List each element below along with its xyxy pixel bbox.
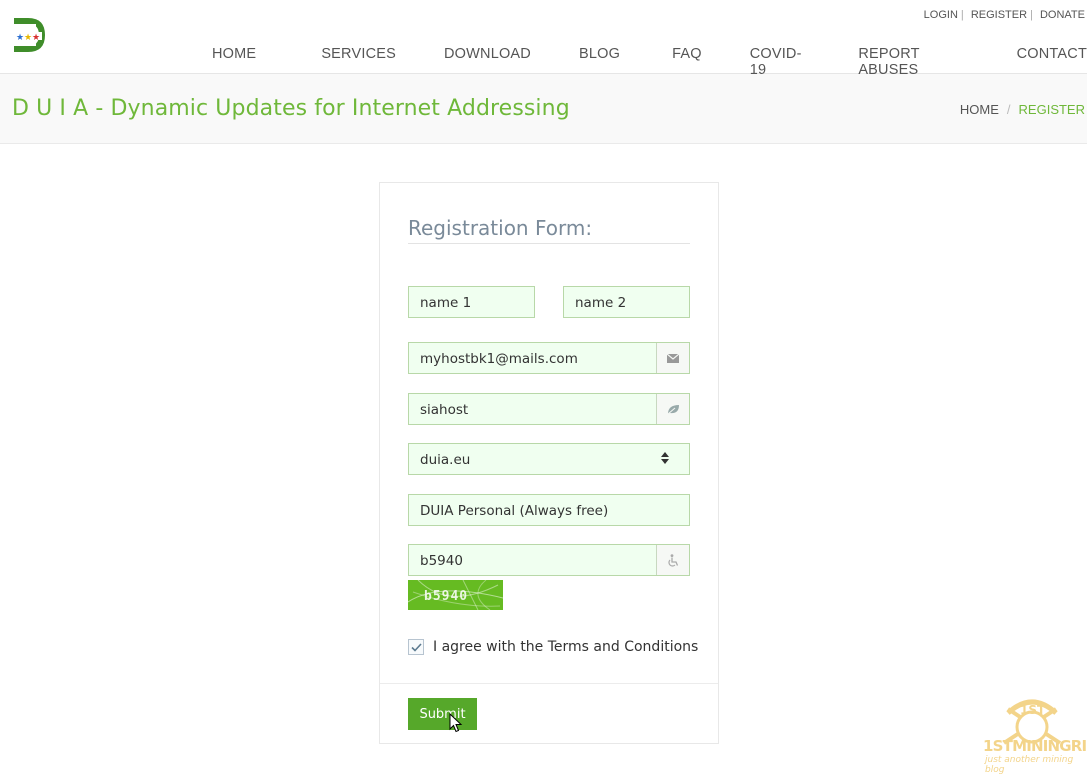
duia-logo-icon: ★ ★ ★ xyxy=(14,18,45,52)
top-links: LOGIN | REGISTER | DONATE xyxy=(924,9,1085,21)
page-title: D U I A - Dynamic Updates for Internet A… xyxy=(12,96,570,121)
form-footer-divider xyxy=(380,683,718,684)
breadcrumb: HOME / REGISTER xyxy=(960,102,1085,117)
top-link-separator: | xyxy=(1030,9,1033,21)
domain-select[interactable]: duia.eu xyxy=(408,443,690,475)
registration-form: Registration Form: name 1 name 2 myhostb… xyxy=(379,182,719,744)
first-name-field[interactable]: name 1 xyxy=(408,286,535,318)
captcha-text: b5940 xyxy=(424,589,469,604)
submit-button[interactable]: Submit xyxy=(408,698,477,730)
agree-label: I agree with the Terms and Conditions xyxy=(433,639,699,655)
breadcrumb-current: REGISTER xyxy=(1018,102,1085,117)
register-link[interactable]: REGISTER xyxy=(971,9,1027,21)
check-icon xyxy=(410,642,422,652)
form-title: Registration Form: xyxy=(408,216,593,240)
hostname-value: siahost xyxy=(420,402,469,418)
svg-text:★: ★ xyxy=(16,33,24,43)
agree-checkbox[interactable] xyxy=(408,639,424,655)
site-logo[interactable]: ★ ★ ★ xyxy=(14,18,46,52)
email-field[interactable]: myhostbk1@mails.com xyxy=(408,342,690,374)
last-name-field[interactable]: name 2 xyxy=(563,286,690,318)
watermark-title: 1STMININGRIG xyxy=(983,737,1087,755)
captcha-input[interactable]: b5940 xyxy=(408,544,690,576)
captcha-image: b5940 xyxy=(408,580,503,610)
top-link-separator: | xyxy=(960,9,964,21)
hostname-field[interactable]: siahost xyxy=(408,393,690,425)
wheelchair-icon[interactable] xyxy=(656,545,689,575)
svg-text:★: ★ xyxy=(24,33,32,43)
watermark-badge: 1ST xyxy=(1020,703,1046,717)
login-link[interactable]: LOGIN xyxy=(924,9,958,21)
agree-terms[interactable]: I agree with the Terms and Conditions xyxy=(408,639,698,655)
site-header: ★ ★ ★ LOGIN | REGISTER | DONATE HOME SERVI… xyxy=(0,0,1087,78)
breadcrumb-home[interactable]: HOME xyxy=(960,102,999,117)
leaf-icon xyxy=(656,394,689,424)
breadcrumb-separator: / xyxy=(1006,102,1011,117)
mouse-cursor-icon xyxy=(449,713,463,733)
domain-value: duia.eu xyxy=(420,452,471,468)
envelope-icon xyxy=(656,343,689,373)
plan-field[interactable]: DUIA Personal (Always free) xyxy=(408,494,690,526)
captcha-input-value: b5940 xyxy=(420,553,463,569)
svg-text:★: ★ xyxy=(32,33,40,43)
form-title-divider xyxy=(408,243,690,244)
email-value: myhostbk1@mails.com xyxy=(420,351,578,367)
select-arrows-icon xyxy=(661,452,669,468)
page-title-band: D U I A - Dynamic Updates for Internet A… xyxy=(0,74,1087,144)
donate-link[interactable]: DONATE xyxy=(1040,9,1085,21)
watermark-tagline: just another mining blog xyxy=(985,755,1074,774)
